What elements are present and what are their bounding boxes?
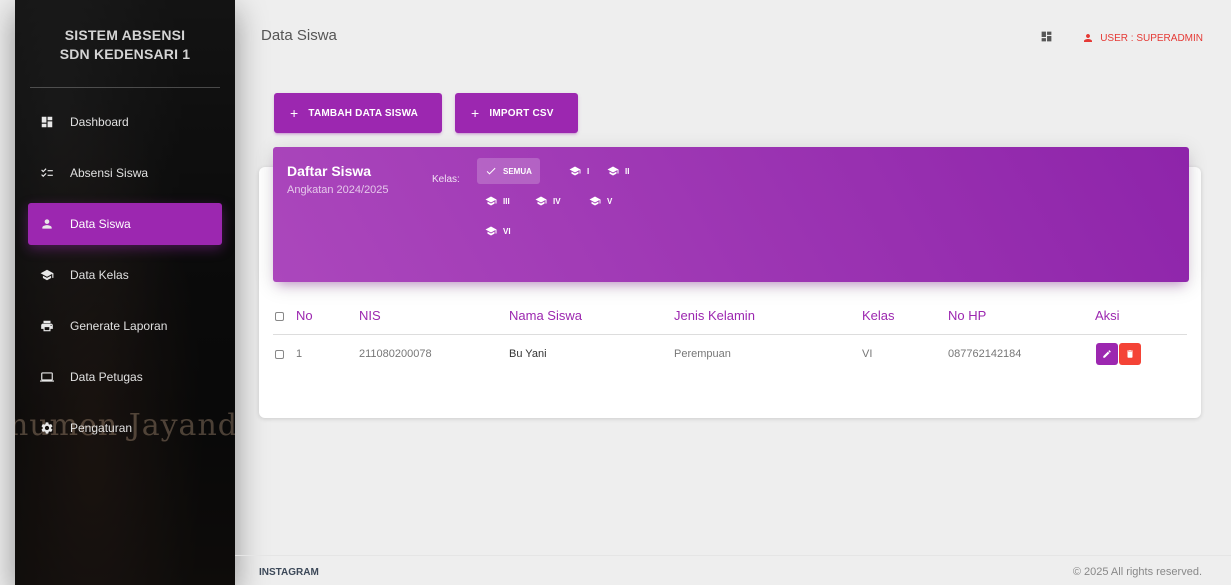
cell-aksi xyxy=(1095,334,1187,374)
sidebar-item-label: Pengaturan xyxy=(70,421,133,435)
row-checkbox[interactable] xyxy=(275,349,284,359)
user-menu-link[interactable]: USER : SUPERADMIN xyxy=(1082,32,1203,44)
tab-kelas-v[interactable]: V xyxy=(581,188,620,214)
sidebar-item-data-siswa[interactable]: Data Siswa xyxy=(28,203,222,245)
plus-icon: + xyxy=(471,105,480,121)
brand-line-1: SISTEM ABSENSI xyxy=(64,27,186,43)
school-icon xyxy=(589,196,601,206)
tab-kelas-i[interactable]: I xyxy=(561,158,597,184)
cell-nama-siswa: Bu Yani xyxy=(509,348,547,361)
school-icon xyxy=(535,196,547,206)
sidebar-item-label: Data Petugas xyxy=(70,370,143,384)
tab-kelas-iii[interactable]: III xyxy=(477,188,518,214)
tab-label: SEMUA xyxy=(503,166,532,176)
import-csv-button[interactable]: + IMPORT CSV xyxy=(455,93,578,133)
sidebar: numen Jayand SISTEM ABSENSI SDN KEDENSAR… xyxy=(15,0,235,585)
copyright-text: © 2025 All rights reserved. xyxy=(1072,566,1202,578)
card-header: Daftar Siswa Angkatan 2024/2025 Kelas: S… xyxy=(273,147,1189,282)
instagram-link[interactable]: INSTAGRAM xyxy=(259,567,319,578)
select-all-checkbox[interactable] xyxy=(275,311,284,321)
school-icon xyxy=(485,226,497,236)
cell-jenis-kelamin: Perempuan xyxy=(674,348,731,361)
tab-kelas-ii[interactable]: II xyxy=(599,158,637,184)
table-header-row: No NIS Nama Siswa Jenis Kelamin Kelas No… xyxy=(273,297,1187,335)
edit-button[interactable] xyxy=(1096,343,1118,366)
table-row: 1 211080200078 Bu Yani Perempuan VI 0877… xyxy=(273,334,1187,374)
column-header-aksi: Aksi xyxy=(1095,297,1187,335)
student-list-card: Daftar Siswa Angkatan 2024/2025 Kelas: S… xyxy=(259,147,1201,418)
tab-kelas-vi[interactable]: VI xyxy=(477,218,519,244)
sidebar-item-label: Data Siswa xyxy=(70,217,131,231)
cell-kelas: VI xyxy=(862,348,873,361)
trash-icon xyxy=(1127,350,1133,358)
import-csv-label: IMPORT CSV xyxy=(489,107,554,119)
sidebar-item-label: Dashboard xyxy=(70,115,129,129)
sidebar-item-label: Generate Laporan xyxy=(70,319,168,333)
sidebar-item-label: Absensi Siswa xyxy=(70,166,149,180)
main-panel: Data Siswa USER : SUPERADMIN + TAMBAH DA… xyxy=(235,0,1231,585)
dashboard-icon xyxy=(40,115,54,129)
sidebar-item-pengaturan[interactable]: Pengaturan xyxy=(28,407,222,449)
pencil-icon xyxy=(1103,350,1111,358)
sidebar-item-data-petugas[interactable]: Data Petugas xyxy=(28,356,222,398)
column-header-kelas[interactable]: Kelas xyxy=(862,297,948,335)
column-header-no: No xyxy=(273,297,359,335)
column-header-jenis-kelamin[interactable]: Jenis Kelamin xyxy=(674,297,862,335)
cell-no: 1 xyxy=(273,334,359,374)
school-icon xyxy=(40,268,54,282)
sidebar-nav: Dashboard Absensi Siswa Data Siswa Data … xyxy=(15,101,235,449)
sidebar-item-label: Data Kelas xyxy=(70,268,129,282)
brand-logo-text[interactable]: SISTEM ABSENSI SDN KEDENSARI 1 xyxy=(30,0,220,88)
print-icon xyxy=(40,319,54,333)
tab-label: I xyxy=(587,166,590,176)
sidebar-item-dashboard[interactable]: Dashboard xyxy=(28,101,222,143)
sidebar-item-data-kelas[interactable]: Data Kelas xyxy=(28,254,222,296)
tab-label: II xyxy=(625,166,630,176)
card-title: Daftar Siswa xyxy=(287,163,372,179)
cell-no-hp: 087762142184 xyxy=(948,348,1022,361)
tab-kelas-iv[interactable]: IV xyxy=(527,188,569,214)
delete-button[interactable] xyxy=(1119,343,1141,366)
add-student-button[interactable]: + TAMBAH DATA SISWA xyxy=(274,93,442,133)
tab-label: V xyxy=(607,196,613,206)
school-icon xyxy=(607,166,619,176)
tab-label: III xyxy=(503,196,510,206)
student-table: No NIS Nama Siswa Jenis Kelamin Kelas No… xyxy=(273,297,1187,374)
tab-label: IV xyxy=(553,196,561,206)
page-footer: INSTAGRAM © 2025 All rights reserved. xyxy=(235,555,1231,585)
person-icon xyxy=(40,217,54,231)
sidebar-item-absensi-siswa[interactable]: Absensi Siswa xyxy=(28,152,222,194)
page-title[interactable]: Data Siswa xyxy=(261,27,337,44)
school-icon xyxy=(569,166,581,176)
column-header-nama-siswa[interactable]: Nama Siswa xyxy=(509,297,674,335)
column-header-nis[interactable]: NIS xyxy=(359,297,509,335)
cell-nis: 211080200078 xyxy=(359,348,432,361)
user-label: USER : SUPERADMIN xyxy=(1100,32,1203,44)
column-header-no-hp[interactable]: No HP xyxy=(948,297,1095,335)
school-icon xyxy=(485,196,497,206)
check-icon xyxy=(486,167,496,175)
checklist-icon xyxy=(40,166,54,180)
gear-icon xyxy=(40,421,54,435)
card-subtitle: Angkatan 2024/2025 xyxy=(287,184,389,196)
laptop-icon xyxy=(40,370,54,384)
kelas-filter-label: Kelas: xyxy=(432,174,460,185)
top-navbar: Data Siswa USER : SUPERADMIN xyxy=(235,0,1231,60)
plus-icon: + xyxy=(290,105,299,121)
add-student-label: TAMBAH DATA SISWA xyxy=(308,107,419,119)
brand-line-2: SDN KEDENSARI 1 xyxy=(59,46,191,62)
sidebar-item-generate-laporan[interactable]: Generate Laporan xyxy=(28,305,222,347)
tab-label: VI xyxy=(503,226,511,236)
person-icon xyxy=(1084,34,1093,42)
tab-semua[interactable]: SEMUA xyxy=(477,158,540,184)
dashboard-icon[interactable] xyxy=(1040,30,1053,43)
